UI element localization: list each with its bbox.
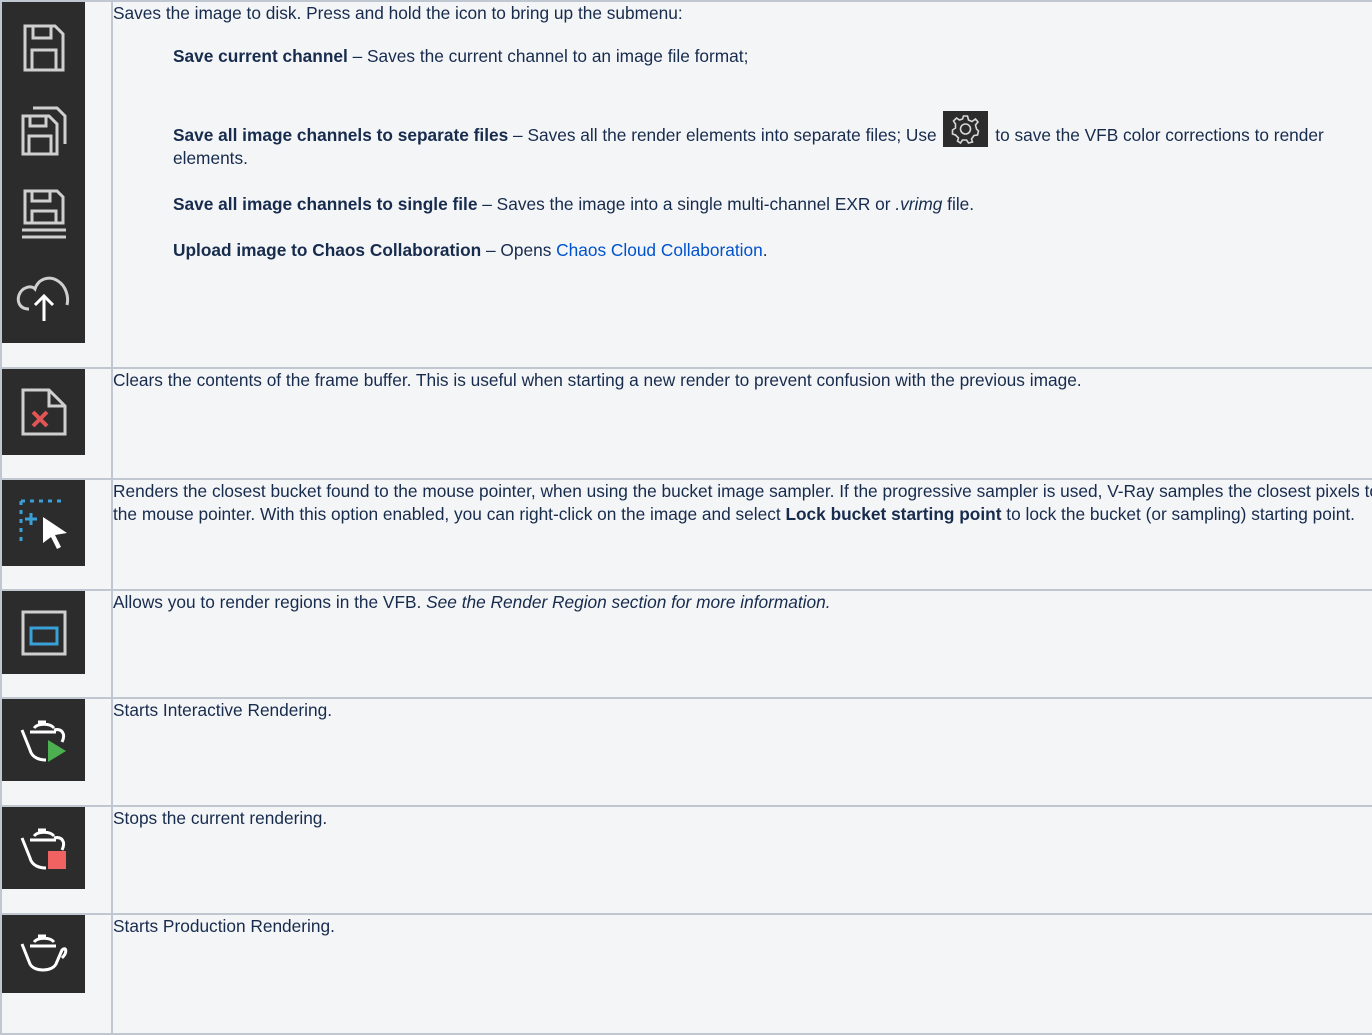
save-icon [23,24,64,72]
follow-mouse-description: Renders the closest bucket found to the … [113,481,1372,524]
follow-mouse-icon [2,480,85,566]
table-row-production: Starts Production Rendering. [0,913,1372,1035]
save-multi-icon [21,189,66,239]
cloud-upload-icon [16,276,69,321]
item-term: Save all image channels to separate file… [173,125,509,145]
save-item-upload: Upload image to Chaos Collaboration – Op… [173,240,768,260]
table-row-clear: Clears the contents of the frame buffer.… [0,367,1372,480]
save-item-current: Save current channel – Saves the current… [173,46,749,66]
table-row-render-region: Allows you to render regions in the VFB.… [0,589,1372,699]
stop-description: Stops the current rendering. [113,808,328,828]
render-region-icon [2,591,85,674]
table-row-stop: Stops the current rendering. [0,805,1372,915]
save-item-single: Save all image channels to single file –… [173,194,975,214]
gear-icon [943,111,989,147]
render-region-description: Allows you to render regions in the VFB.… [113,592,831,612]
teapot-play-icon [2,699,85,781]
description-cell: Starts Production Rendering. [111,913,1372,1035]
description-cell: Saves the image to disk. Press and hold … [111,0,1372,369]
table-row-interactive: Starts Interactive Rendering. [0,697,1372,807]
icon-cell [0,478,113,591]
clear-image-icon [2,369,85,455]
item-term: Save current channel [173,46,348,66]
save-icon-group [2,2,85,343]
item-term: Save all image channels to single file [173,194,478,214]
icon-cell [0,367,113,480]
teapot-icon [2,915,85,993]
icon-cell [0,913,113,1035]
icon-cell [0,805,113,915]
description-cell: Stops the current rendering. [111,805,1372,915]
toolbar-reference-table: Saves the image to disk. Press and hold … [0,0,1372,1035]
chaos-cloud-collaboration-link[interactable]: Chaos Cloud Collaboration [556,240,763,260]
clear-description: Clears the contents of the frame buffer.… [113,370,1082,390]
save-intro: Saves the image to disk. Press and hold … [113,3,683,23]
icon-cell [0,697,113,807]
production-description: Starts Production Rendering. [113,916,335,936]
icon-cell [0,589,113,699]
save-item-separate: Save all image channels to separate file… [173,111,1372,170]
item-term: Upload image to Chaos Collaboration [173,240,482,260]
interactive-description: Starts Interactive Rendering. [113,700,333,720]
save-copy-icon [21,106,66,156]
table-row-save: Saves the image to disk. Press and hold … [0,0,1372,369]
description-cell: Starts Interactive Rendering. [111,697,1372,807]
teapot-stop-icon [2,807,85,889]
description-cell: Allows you to render regions in the VFB.… [111,589,1372,699]
table-row-follow-mouse: Renders the closest bucket found to the … [0,478,1372,591]
description-cell: Clears the contents of the frame buffer.… [111,367,1372,480]
description-cell: Renders the closest bucket found to the … [111,478,1372,591]
icon-cell [0,0,113,369]
